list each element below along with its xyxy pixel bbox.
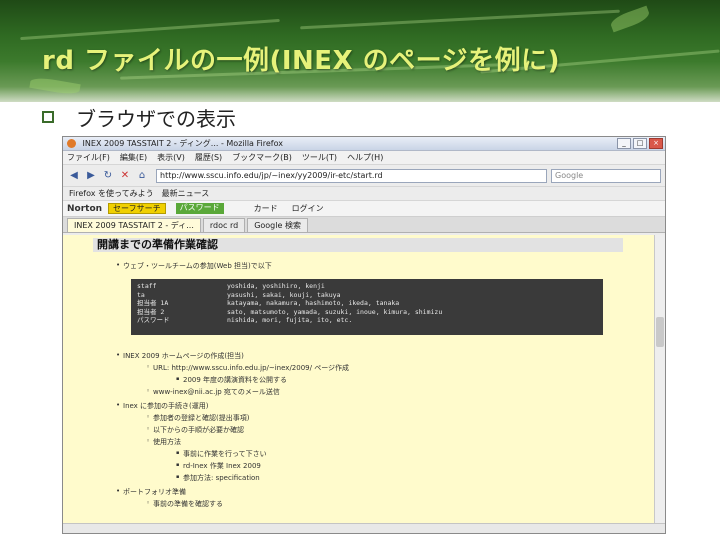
list-item: 事前の準備を確認する: [146, 499, 223, 509]
code-key: ta: [137, 290, 145, 299]
minimize-button[interactable]: _: [617, 138, 631, 149]
norton-password-button[interactable]: パスワード: [175, 203, 224, 214]
square-bullet-icon: [42, 111, 54, 123]
code-value: nishida, mori, fujita, ito, etc.: [227, 316, 353, 324]
tab-rdoc[interactable]: rdoc rd: [202, 218, 246, 232]
list-item: 2009 年度の講演資料を公開する: [176, 375, 287, 385]
list-item: 事前に作業を行って下さい: [176, 449, 267, 459]
list-item: 以下からの手順が必要か確認: [146, 425, 244, 435]
menu-bar: ファイル(F) 編集(E) 表示(V) 履歴(S) ブックマーク(B) ツール(…: [63, 151, 665, 165]
code-value: yasushi, sakai, kouji, takuya: [227, 290, 341, 299]
list-item: ウェブ・ツールチームの参加(Web 担当)で以下: [116, 261, 272, 271]
menu-help[interactable]: ヘルプ(H): [347, 152, 383, 163]
code-row: ta yasushi, sakai, kouji, takuya: [137, 291, 597, 300]
decorative-streak: [20, 18, 280, 41]
page-viewport: 開講までの準備作業確認 ウェブ・ツールチームの参加(Web 担当)で以下 sta…: [63, 235, 656, 525]
norton-logo: Norton: [67, 203, 103, 214]
norton-safe-search-button[interactable]: セーフサーチ: [108, 203, 166, 214]
tab-google[interactable]: Google 検索: [247, 218, 308, 232]
vertical-scrollbar[interactable]: [654, 235, 665, 525]
scrollbar-thumb[interactable]: [656, 317, 664, 347]
code-row: パスワード nishida, mori, fujita, ito, etc.: [137, 316, 597, 325]
list-item: 参加方法: specification: [176, 473, 260, 483]
slide-bullet: ブラウザでの表示: [42, 104, 236, 131]
home-icon[interactable]: ⌂: [135, 169, 149, 183]
forward-arrow-icon[interactable]: ▶: [84, 169, 98, 183]
norton-login-button[interactable]: ログイン: [292, 203, 324, 214]
code-key: staff: [137, 282, 157, 290]
menu-bookmarks[interactable]: ブックマーク(B): [232, 152, 292, 163]
code-value: katayama, nakamura, hashimoto, ikeda, ta…: [227, 299, 400, 307]
browser-window: INEX 2009 TASSTAIT 2 - ディング... - Mozilla…: [62, 136, 666, 534]
slide-bullet-text: ブラウザでの表示: [76, 106, 236, 131]
address-bar[interactable]: http://www.sscu.info.edu/jp/~inex/yy2009…: [156, 168, 547, 183]
code-key: 担当者 1A: [137, 299, 169, 307]
search-placeholder: Google: [555, 171, 584, 180]
decorative-leaf: [29, 75, 81, 97]
tab-bar: INEX 2009 TASSTAIT 2 - ディ... rdoc rd Goo…: [63, 217, 665, 233]
bookmark-item[interactable]: Firefox を使ってみよう: [69, 188, 154, 199]
reload-icon[interactable]: ↻: [101, 169, 115, 183]
code-key: パスワード: [137, 316, 170, 324]
list-item: ポートフォリオ準備: [116, 487, 186, 497]
code-block: staff yoshida, yoshihiro, kenji ta yasushi…: [131, 279, 603, 335]
list-item[interactable]: URL: http://www.sscu.info.edu.jp/~inex/2…: [146, 363, 349, 373]
menu-edit[interactable]: 編集(E): [120, 152, 147, 163]
list-item: 参加者の登録と確認(提出事項): [146, 413, 250, 423]
list-item[interactable]: www-inex@nii.ac.jp 宛てのメール送信: [146, 387, 280, 397]
tab-inex[interactable]: INEX 2009 TASSTAIT 2 - ディ...: [67, 218, 201, 232]
list-item: rd-Inex 作業 Inex 2009: [176, 461, 261, 471]
norton-card-button[interactable]: カード: [254, 203, 278, 214]
list-item: Inex に参加の手続き(運用): [116, 401, 208, 411]
menu-history[interactable]: 履歴(S): [195, 152, 222, 163]
list-item: 使用方法: [146, 437, 181, 447]
stop-icon[interactable]: ✕: [118, 169, 132, 183]
bookmarks-toolbar: Firefox を使ってみよう 最新ニュース: [63, 187, 665, 201]
norton-toolbar: Norton セーフサーチ パスワード カード ログイン: [63, 201, 665, 217]
window-title: INEX 2009 TASSTAIT 2 - ディング... - Mozilla…: [82, 139, 283, 148]
menu-tools[interactable]: ツール(T): [302, 152, 337, 163]
search-input[interactable]: Google: [551, 168, 661, 183]
code-row: staff yoshida, yoshihiro, kenji: [137, 282, 597, 291]
back-arrow-icon[interactable]: ◀: [67, 169, 81, 183]
code-value: yoshida, yoshihiro, kenji: [227, 282, 325, 290]
code-key: 担当者 2: [137, 307, 165, 316]
list-item: INEX 2009 ホームページの作成(担当): [116, 351, 244, 361]
code-row: 担当者 1A katayama, nakamura, hashimoto, ike…: [137, 299, 597, 308]
code-value: sato, matsumoto, yamada, suzuki, inoue, …: [227, 307, 443, 316]
firefox-icon: [67, 139, 76, 148]
slide-title: rd ファイルの一例(INEX のページを例に): [42, 46, 561, 76]
page-heading: 開講までの準備作業確認: [93, 238, 623, 252]
menu-view[interactable]: 表示(V): [157, 152, 185, 163]
menu-file[interactable]: ファイル(F): [67, 152, 110, 163]
navigation-toolbar: ◀ ▶ ↻ ✕ ⌂ http://www.sscu.info.edu/jp/~i…: [63, 165, 665, 187]
close-button[interactable]: ×: [649, 138, 663, 149]
code-row: 担当者 2 sato, matsumoto, yamada, suzuki, in…: [137, 308, 597, 317]
decorative-streak: [300, 9, 620, 30]
browser-titlebar: INEX 2009 TASSTAIT 2 - ディング... - Mozilla…: [63, 137, 665, 151]
bookmark-item[interactable]: 最新ニュース: [162, 188, 210, 199]
maximize-button[interactable]: □: [633, 138, 647, 149]
address-url: http://www.sscu.info.edu/jp/~inex/yy2009…: [160, 171, 383, 180]
status-bar: [63, 523, 665, 533]
